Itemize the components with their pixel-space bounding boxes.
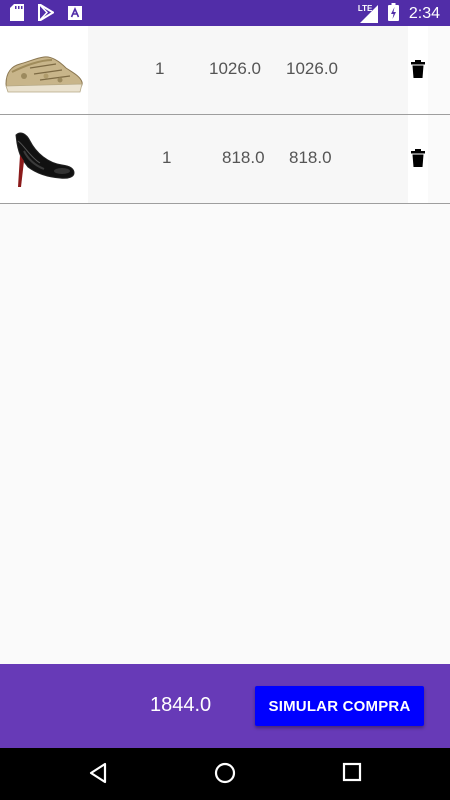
simulate-purchase-button[interactable]: SIMULAR COMPRA <box>255 686 424 726</box>
sd-card-icon <box>10 4 24 25</box>
a-notification-icon <box>68 5 82 24</box>
item-unit-price: 818.0 <box>222 148 265 167</box>
navigation-bar <box>0 748 450 800</box>
back-icon[interactable] <box>88 762 108 784</box>
item-subtotal: 1026.0 <box>286 59 338 78</box>
trash-icon[interactable] <box>410 149 426 167</box>
heel-shoe-image <box>0 115 88 203</box>
sneaker-image <box>0 26 88 114</box>
checkout-bar: 1844.0 SIMULAR COMPRA <box>0 664 450 748</box>
cart-total: 1844.0 <box>150 694 212 716</box>
status-bar: LTE 2:34 <box>0 0 450 26</box>
recents-icon[interactable] <box>342 762 362 782</box>
item-quantity: 1 <box>162 148 172 167</box>
battery-icon <box>387 3 399 25</box>
item-subtotal: 818.0 <box>289 148 332 167</box>
home-icon[interactable] <box>214 762 236 784</box>
play-store-icon <box>38 2 55 25</box>
cart-item-row: 1 818.0 818.0 <box>0 115 450 204</box>
item-quantity: 1 <box>155 59 165 78</box>
signal-icon: LTE <box>358 4 378 23</box>
cart-item-row: 1 1026.0 1026.0 <box>0 26 450 115</box>
item-unit-price: 1026.0 <box>209 59 261 78</box>
clock: 2:34 <box>408 5 440 22</box>
trash-icon[interactable] <box>410 60 426 78</box>
